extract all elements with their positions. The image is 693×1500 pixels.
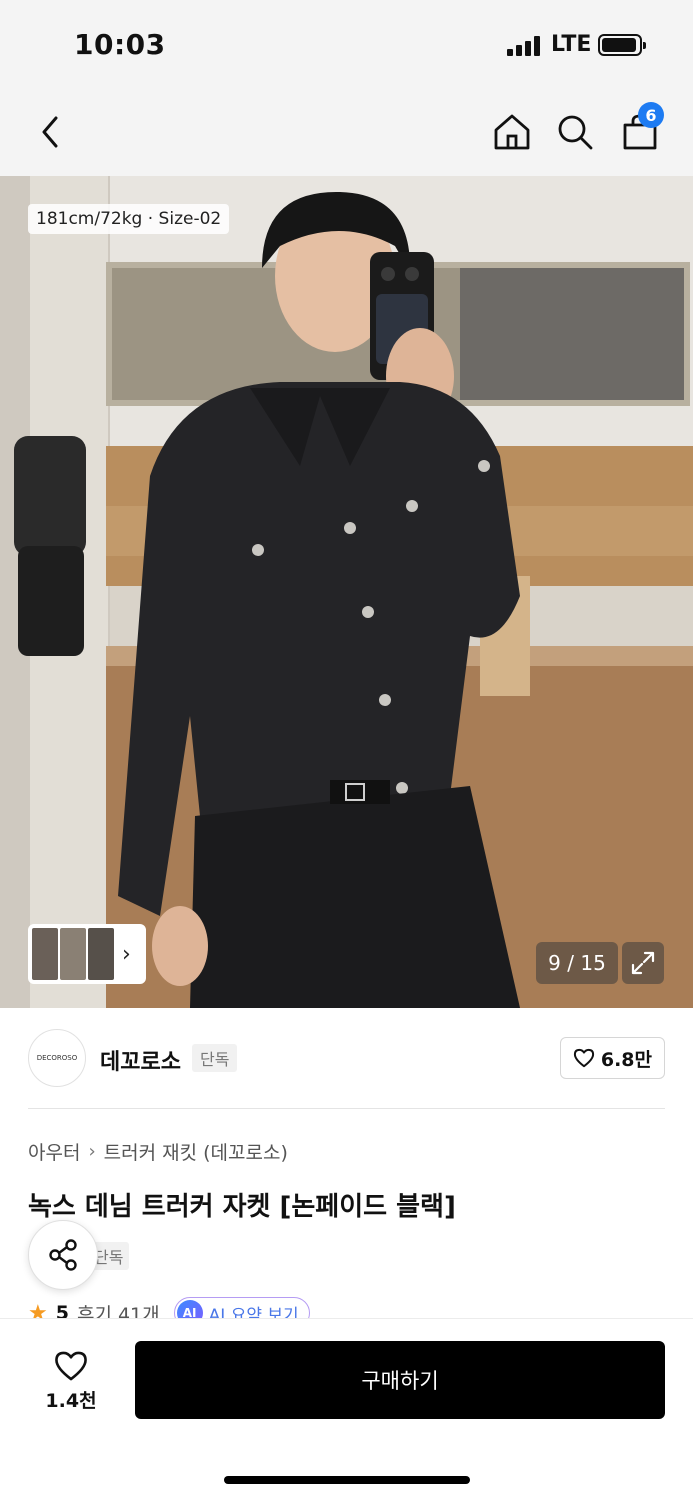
signal-icon [507, 36, 543, 56]
thumbnail[interactable] [60, 928, 86, 980]
bottom-action-bar: 1.4천 구매하기 [0, 1318, 693, 1500]
brand-name[interactable]: 데꼬로소 [100, 1044, 181, 1076]
expand-button[interactable] [622, 942, 664, 984]
heart-icon [573, 1048, 594, 1068]
product-image-carousel[interactable]: 181cm/72kg · Size-02 › 9 / 15 [0, 176, 693, 1008]
status-bar: 10:03 LTE [0, 0, 693, 88]
cart-button[interactable]: 6 [614, 102, 666, 158]
nav-bar: 6 [0, 88, 693, 176]
brand-row[interactable]: DECOROSO 데꼬로소 단독 6.8만 [0, 1008, 693, 1108]
brand-like-button[interactable]: 6.8만 [559, 1037, 665, 1079]
share-icon [49, 1239, 77, 1271]
status-time: 10:03 [74, 28, 166, 61]
home-icon [494, 114, 530, 150]
search-icon [558, 115, 593, 150]
divider [28, 1108, 665, 1109]
thumbnail[interactable] [32, 928, 58, 980]
chevron-right-icon: › [88, 1141, 96, 1162]
thumbnail-strip[interactable]: › [28, 924, 146, 984]
home-button[interactable] [486, 106, 538, 158]
breadcrumb-item[interactable]: 아우터 [28, 1138, 80, 1165]
heart-icon [55, 1351, 87, 1380]
back-button[interactable] [24, 106, 76, 158]
home-indicator [224, 1476, 470, 1484]
wishlist-button[interactable]: 1.4천 [30, 1341, 112, 1421]
brand-like-count: 6.8만 [600, 1048, 652, 1071]
product-photo [0, 176, 693, 1008]
product-title: 녹스 데님 트러커 자켓 [논페이드 블랙] [28, 1192, 456, 1222]
exclusive-badge: 단독 [192, 1044, 238, 1072]
share-button[interactable] [28, 1220, 98, 1290]
brand-logo[interactable]: DECOROSO [28, 1029, 86, 1087]
model-size-label: 181cm/72kg · Size-02 [28, 204, 230, 234]
image-counter: 9 / 15 [536, 942, 618, 984]
wishlist-count: 1.4천 [45, 1389, 97, 1412]
network-label: LTE [551, 32, 592, 57]
cart-count-badge: 6 [638, 102, 664, 128]
battery-icon [598, 34, 646, 56]
expand-icon [631, 951, 655, 975]
search-button[interactable] [549, 106, 601, 158]
breadcrumb-item[interactable]: 트러커 재킷 (데꼬로소) [104, 1138, 288, 1165]
chevron-left-icon [42, 116, 58, 148]
chevron-right-icon: › [122, 941, 131, 967]
buy-button[interactable]: 구매하기 [135, 1341, 665, 1419]
breadcrumb: 아우터 › 트러커 재킷 (데꼬로소) [28, 1138, 288, 1165]
thumbnail[interactable] [88, 928, 114, 980]
